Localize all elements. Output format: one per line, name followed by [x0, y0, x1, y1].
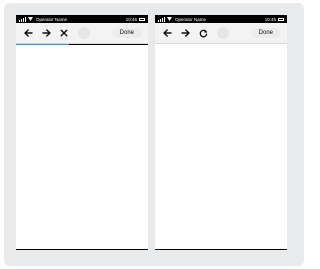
done-button[interactable]: Done [111, 28, 142, 38]
arrow-right-icon [180, 29, 190, 37]
web-content[interactable] [16, 45, 148, 250]
reload-button[interactable] [197, 26, 209, 40]
arrow-left-icon [162, 29, 172, 37]
back-button[interactable] [161, 26, 173, 40]
back-button[interactable] [22, 26, 34, 40]
browser-toolbar: Done [16, 23, 148, 44]
forward-button[interactable] [40, 26, 52, 40]
done-button[interactable]: Done [250, 28, 281, 38]
close-icon [60, 29, 68, 37]
battery-icon [139, 17, 145, 21]
status-time: 10:45 [125, 16, 137, 22]
wifi-icon [167, 17, 172, 21]
operator-name: Operator Name [36, 16, 68, 22]
battery-icon [278, 17, 284, 21]
operator-name: Operator Name [175, 16, 207, 22]
phone-screen-loading: Operator Name 10:45 Done [16, 15, 148, 250]
forward-button[interactable] [179, 26, 191, 40]
status-bar: Operator Name 10:45 [155, 15, 287, 23]
status-bar: Operator Name 10:45 [16, 15, 148, 23]
arrow-right-icon [41, 29, 51, 37]
address-pill [217, 27, 229, 39]
arrow-left-icon [23, 29, 33, 37]
status-time: 10:45 [264, 16, 276, 22]
phone-screen-loaded: Operator Name 10:45 Done [155, 15, 287, 250]
stop-button[interactable] [58, 26, 70, 40]
reload-icon [199, 29, 207, 37]
bottom-border [16, 249, 148, 250]
web-content[interactable] [155, 45, 287, 250]
bottom-border [155, 249, 287, 250]
browser-toolbar: Done [155, 23, 287, 44]
signal-icon [19, 16, 26, 22]
wifi-icon [28, 17, 33, 21]
signal-icon [158, 16, 165, 22]
loading-pill [78, 27, 90, 39]
